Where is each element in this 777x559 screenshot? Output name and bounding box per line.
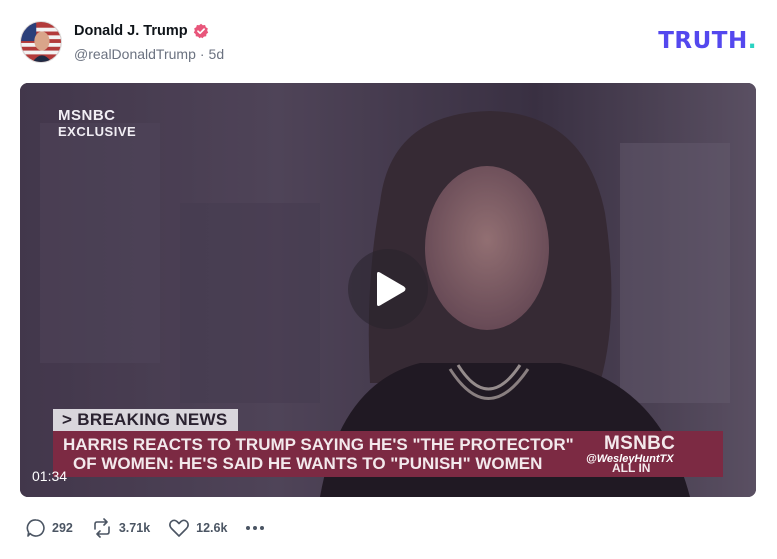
exclusive-text: EXCLUSIVE	[58, 124, 137, 139]
reply-button[interactable]: 292	[26, 518, 73, 538]
show-tag: ALL IN	[612, 461, 651, 475]
more-horizontal-icon	[246, 526, 265, 530]
play-icon	[377, 272, 406, 306]
repost-icon	[94, 518, 110, 538]
repost-count: 3.71k	[118, 521, 151, 535]
play-button[interactable]	[348, 249, 428, 329]
heart-icon	[169, 519, 190, 537]
reply-icon	[26, 519, 45, 537]
post-time[interactable]: 5d	[209, 46, 225, 62]
truth-logo[interactable]: TRUTH.	[658, 28, 757, 54]
like-count: 12.6k	[196, 521, 228, 535]
avatar-image	[21, 22, 61, 62]
video-player[interactable]: MSNBC EXCLUSIVE > BREAKING NEWS HARRIS R…	[20, 83, 756, 497]
author-handle[interactable]: @realDonaldTrump	[74, 46, 196, 62]
meta-separator: ·	[199, 46, 205, 62]
logo-text: TRUTH	[658, 28, 748, 54]
msnbc-exclusive-logo: MSNBC EXCLUSIVE	[58, 108, 136, 140]
repost-button[interactable]: 3.71k	[91, 518, 150, 538]
video-duration: 01:34	[32, 468, 68, 484]
logo-dot: .	[747, 28, 757, 54]
more-options-button[interactable]	[245, 525, 265, 531]
like-button[interactable]: 12.6k	[168, 518, 227, 538]
author-display-name[interactable]: Donald J. Trump	[74, 23, 188, 39]
post-header: Donald J. Trump @realDonaldTrump · 5d TR…	[20, 21, 757, 65]
msnbc-top-text: MSNBC	[58, 107, 116, 124]
breaking-news-label: > BREAKING NEWS	[53, 409, 238, 431]
author-name-row: Donald J. Trump	[74, 23, 209, 39]
post-actions: 292 3.71k 12.6k	[26, 518, 265, 538]
msnbc-bottom-logo: MSNBC	[604, 433, 676, 454]
author-meta: @realDonaldTrump · 5d	[74, 46, 224, 62]
avatar[interactable]	[20, 21, 62, 63]
reply-count: 292	[52, 521, 73, 535]
verified-badge-icon	[193, 23, 209, 39]
